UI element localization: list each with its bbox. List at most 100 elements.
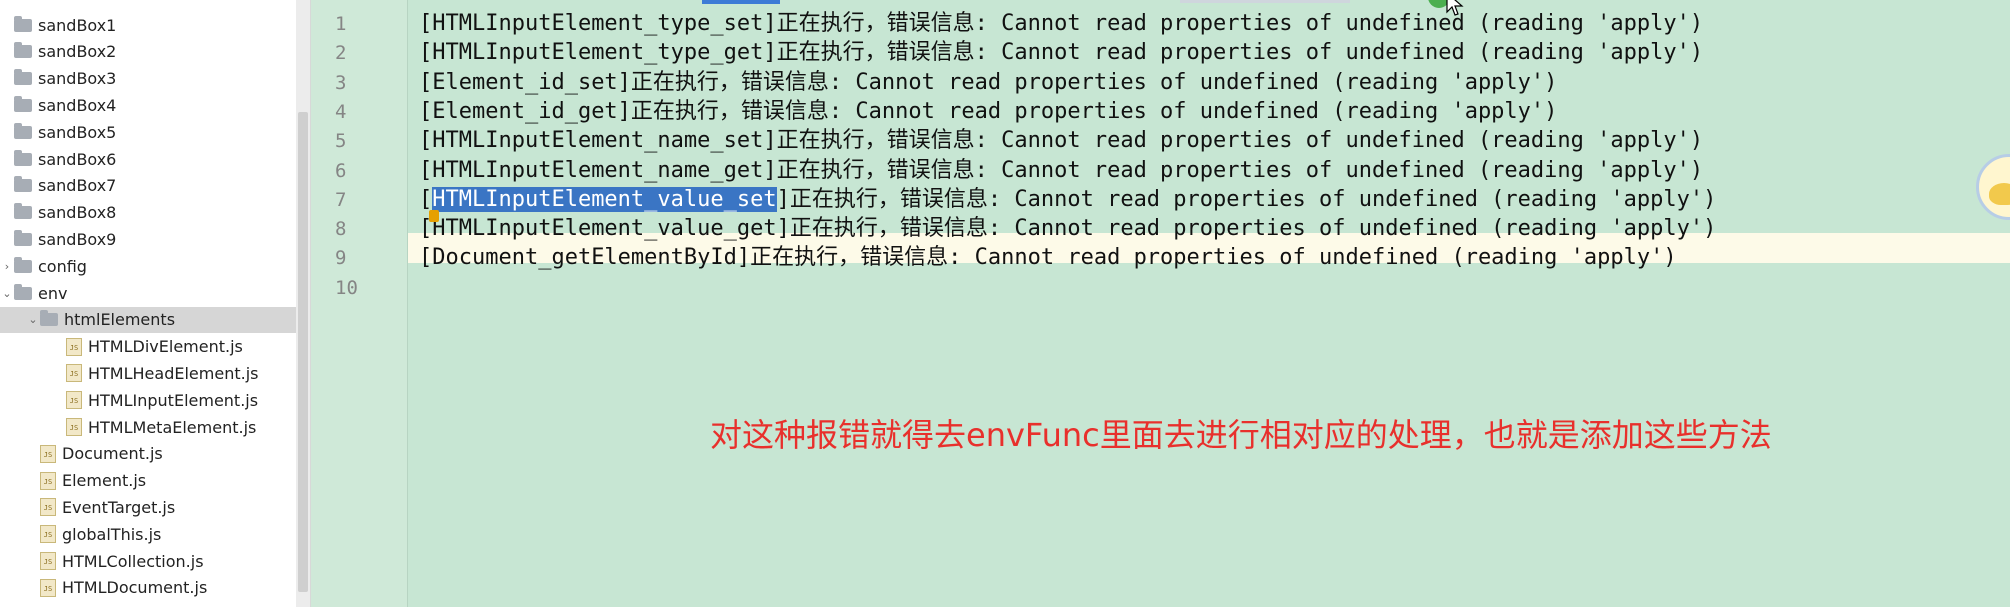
code-line[interactable]: [HTMLInputElement_value_get]正在执行，错误信息: C… xyxy=(419,214,1716,244)
chevron-down-icon[interactable]: ⌄ xyxy=(26,313,40,326)
tree-item-label: sandBox3 xyxy=(38,69,117,89)
code-line[interactable]: [Document_getElementById]正在执行，错误信息: Cann… xyxy=(419,243,1677,273)
tab-strip xyxy=(1180,0,1350,3)
js-file-icon: JS xyxy=(40,525,56,544)
tree-file[interactable]: JS HTMLCollection.js xyxy=(0,548,310,574)
code-prefix: [ xyxy=(419,69,433,95)
js-file-icon: JS xyxy=(66,391,82,410)
code-line[interactable]: [HTMLInputElement_name_set]正在执行，错误信息: Ca… xyxy=(419,126,1703,156)
tree-item-label: config xyxy=(38,256,87,276)
line-number: 10 xyxy=(335,276,358,299)
code-prefix: [ xyxy=(419,98,433,124)
chevron-down-icon[interactable]: ⌄ xyxy=(0,287,14,300)
tree-folder[interactable]: sandBox9 xyxy=(0,226,296,252)
code-prefix: [ xyxy=(419,186,433,212)
js-file-icon: JS xyxy=(40,444,56,463)
tree-item-label: Document.js xyxy=(62,444,163,464)
code-text: HTMLInputElement_type_get]正在执行，错误信息: Can… xyxy=(432,40,1704,66)
code-line[interactable]: [HTMLInputElement_value_set]正在执行，错误信息: C… xyxy=(419,185,1716,215)
line-number: 6 xyxy=(335,159,347,182)
folder-icon xyxy=(14,176,32,193)
tree-folder[interactable]: sandBox1 xyxy=(0,12,296,38)
tree-file[interactable]: JS HTMLHeadElement.js xyxy=(0,360,310,386)
tree-item-label: sandBox8 xyxy=(38,203,117,223)
js-file-icon: JS xyxy=(40,578,56,597)
tree-folder[interactable]: sandBox5 xyxy=(0,119,296,145)
tree-item-label: Element.js xyxy=(62,471,147,491)
folder-icon xyxy=(14,15,32,32)
tree-folder[interactable]: sandBox4 xyxy=(0,92,296,118)
tree-item-label: HTMLDocument.js xyxy=(62,578,208,598)
tree-item-label: HTMLHeadElement.js xyxy=(88,363,259,383)
js-file-icon: JS xyxy=(66,418,82,436)
tree-file[interactable]: JS HTMLInputElement.js xyxy=(0,387,310,413)
chevron-right-icon[interactable]: › xyxy=(0,260,14,273)
code-prefix: [ xyxy=(419,40,433,66)
tree-item-label: HTMLInputElement.js xyxy=(88,390,259,410)
active-tab-indicator xyxy=(702,0,780,4)
tree-file[interactable]: JS HTMLDivElement.js xyxy=(0,334,310,360)
tree-file[interactable]: JS EventTarget.js xyxy=(0,494,310,520)
tree-file[interactable]: JS HTMLDocument.js xyxy=(0,575,310,601)
tree-item-label: sandBox9 xyxy=(38,229,117,249)
sidebar-scrollbar[interactable] xyxy=(296,0,310,607)
mouse-cursor-icon xyxy=(1446,0,1464,16)
code-line[interactable]: [Element_id_set]正在执行，错误信息: Cannot read p… xyxy=(419,68,1557,98)
tree-item-label: sandBox4 xyxy=(38,95,117,115)
code-prefix: [ xyxy=(419,11,433,36)
tree-item-label: HTMLMetaElement.js xyxy=(88,417,257,437)
tree-folder[interactable]: ⌄ env xyxy=(0,280,296,306)
tree-item-label: sandBox5 xyxy=(38,122,117,142)
folder-icon xyxy=(40,310,58,327)
folder-icon xyxy=(14,203,32,220)
code-text: HTMLInputElement_name_set]正在执行，错误信息: Can… xyxy=(432,128,1704,154)
sidebar-scroll-thumb[interactable] xyxy=(298,112,308,592)
code-editor[interactable]: 1 2 3 4 5 6 7 8 9 10 [HTMLInputElement_type_set]正… xyxy=(311,0,2010,607)
tree-folder[interactable]: › config xyxy=(0,253,296,279)
code-text: HTMLInputElement_type_set]正在执行，错误信息: Can… xyxy=(432,11,1704,36)
tree-item-label: HTMLDivElement.js xyxy=(88,337,243,357)
line-number: 8 xyxy=(335,218,347,241)
tree-item-label: sandBox1 xyxy=(38,15,117,35)
code-text: HTMLInputElement_value_get]正在执行，错误信息: Ca… xyxy=(432,216,1717,242)
tree-folder[interactable]: sandBox3 xyxy=(0,66,296,92)
tree-file[interactable]: JS HTMLMetaElement.js xyxy=(0,414,310,440)
line-number: 5 xyxy=(335,130,347,153)
folder-icon xyxy=(14,42,32,59)
folder-icon xyxy=(14,122,32,139)
code-prefix: [ xyxy=(419,128,433,154)
tree-folder[interactable]: sandBox7 xyxy=(0,173,296,199)
tree-file[interactable]: JS globalThis.js xyxy=(0,521,310,547)
line-number: 1 xyxy=(335,13,347,35)
line-number: 4 xyxy=(335,100,347,123)
tree-folder[interactable]: sandBox2 xyxy=(0,39,296,65)
tree-item-label: HTMLCollection.js xyxy=(62,551,204,571)
tree-item-label: globalThis.js xyxy=(62,524,162,544)
line-number: 3 xyxy=(335,71,347,94)
selected-text[interactable]: HTMLInputElement_value_set xyxy=(432,186,777,212)
code-text: HTMLInputElement_name_get]正在执行，错误信息: Can… xyxy=(432,157,1704,183)
code-line[interactable]: [Element_id_get]正在执行，错误信息: Cannot read p… xyxy=(419,97,1557,127)
tree-item-label: sandBox7 xyxy=(38,176,117,196)
line-number: 9 xyxy=(335,247,347,270)
tree-folder[interactable]: ⌄ htmlElements xyxy=(0,306,310,333)
js-file-icon: JS xyxy=(40,498,56,517)
code-text: Element_id_get]正在执行，错误信息: Cannot read pr… xyxy=(432,98,1558,124)
line-number: 2 xyxy=(335,42,347,65)
tree-folder[interactable]: sandBox8 xyxy=(0,200,296,226)
project-tree-panel: sandBox1 sandBox2 sandBox3 sandBox4 sandBox5… xyxy=(0,0,311,607)
tree-file[interactable]: JS Document.js xyxy=(0,441,310,467)
js-file-icon: JS xyxy=(40,471,56,490)
folder-icon xyxy=(14,283,32,300)
js-file-icon: JS xyxy=(66,364,82,383)
line-number-gutter: 1 2 3 4 5 6 7 8 9 10 xyxy=(311,0,408,607)
tree-file[interactable]: JS Element.js xyxy=(0,468,310,494)
bookmark-icon xyxy=(429,210,439,222)
code-line[interactable]: [HTMLInputElement_type_set]正在执行，错误信息: Ca… xyxy=(419,9,1703,39)
folder-icon xyxy=(14,229,32,246)
code-line[interactable]: [HTMLInputElement_name_get]正在执行，错误信息: Ca… xyxy=(419,156,1703,186)
code-line[interactable]: [HTMLInputElement_type_get]正在执行，错误信息: Ca… xyxy=(419,38,1703,68)
caption-text: 对这种报错就得去envFunc里面去进行相对应的处理，也就是添加这些方法 xyxy=(710,416,1772,454)
tree-folder[interactable]: sandBox6 xyxy=(0,146,296,172)
tree-item-label: env xyxy=(38,283,68,303)
